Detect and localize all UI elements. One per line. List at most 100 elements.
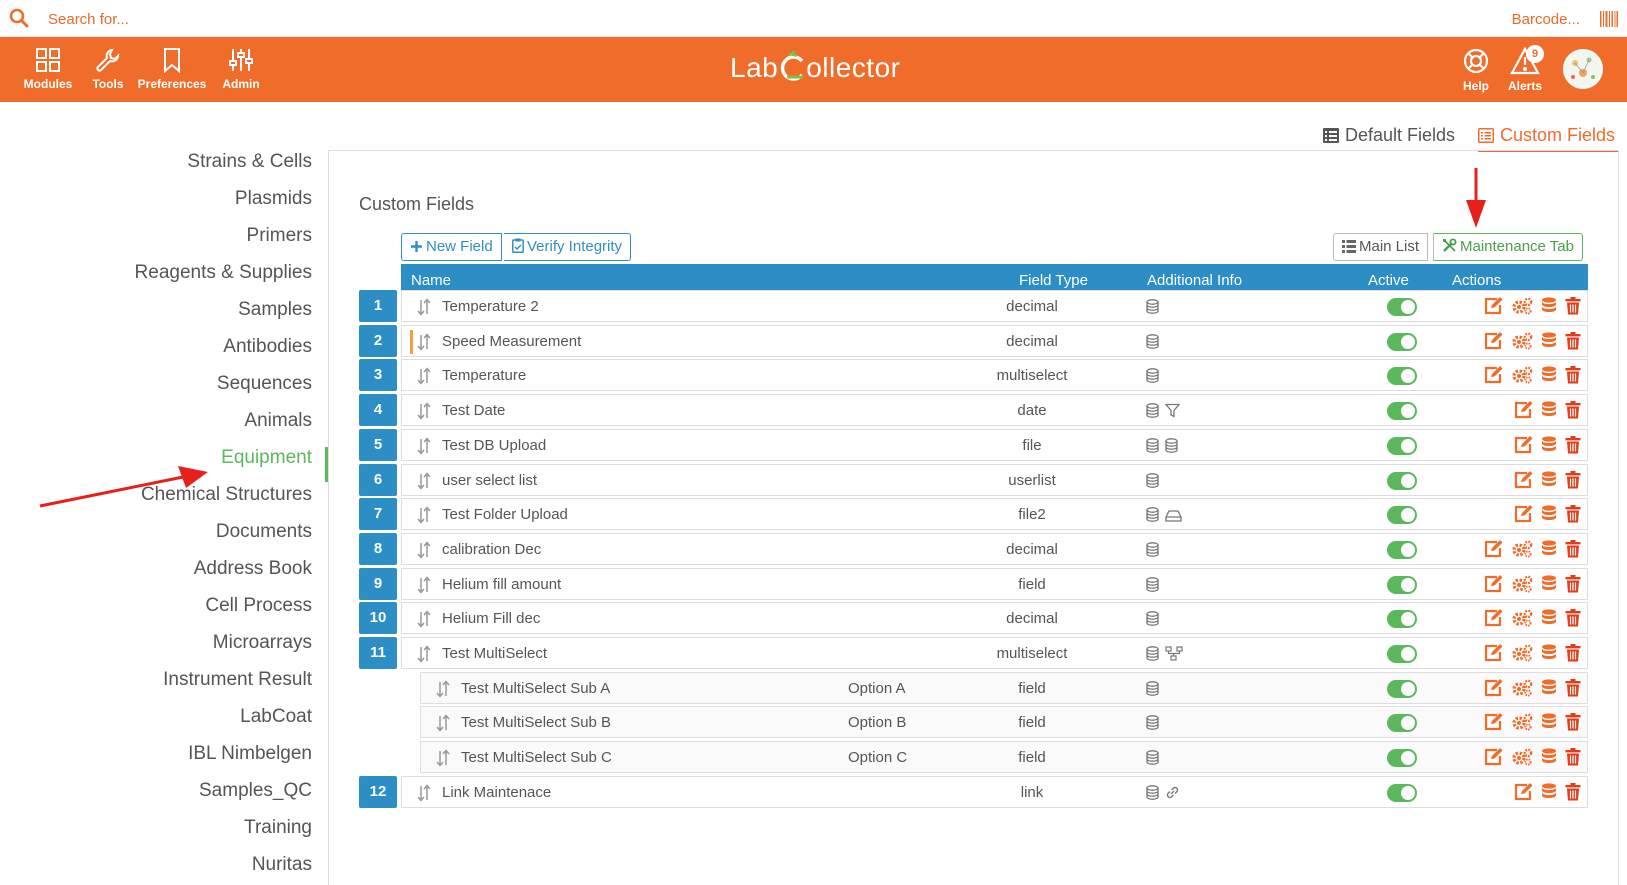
settings-button[interactable] (1507, 540, 1533, 562)
delete-button[interactable] (1561, 713, 1581, 735)
edit-button[interactable] (1510, 505, 1533, 527)
delete-button[interactable] (1561, 748, 1581, 770)
delete-button[interactable] (1561, 783, 1581, 805)
sort-handle-icon[interactable] (416, 645, 432, 663)
active-toggle[interactable] (1387, 298, 1417, 316)
active-toggle[interactable] (1387, 714, 1417, 732)
edit-button[interactable] (1510, 783, 1533, 805)
data-button[interactable] (1537, 436, 1557, 458)
new-field-button[interactable]: New Field (401, 233, 502, 261)
settings-button[interactable] (1507, 332, 1533, 354)
delete-button[interactable] (1561, 505, 1581, 527)
active-toggle[interactable] (1387, 402, 1417, 420)
data-button[interactable] (1537, 783, 1557, 805)
sidebar-item[interactable]: IBL Nimbelgen (188, 743, 312, 765)
sidebar-item[interactable]: Antibodies (223, 336, 312, 358)
edit-button[interactable] (1480, 575, 1503, 597)
data-button[interactable] (1537, 332, 1557, 354)
settings-button[interactable] (1507, 679, 1533, 701)
nav-preferences[interactable]: Preferences (137, 37, 207, 102)
sidebar-item[interactable]: Microarrays (213, 632, 312, 654)
active-toggle[interactable] (1387, 437, 1417, 455)
active-toggle[interactable] (1387, 472, 1417, 490)
sort-handle-icon[interactable] (416, 541, 432, 559)
active-toggle[interactable] (1387, 784, 1417, 802)
data-button[interactable] (1537, 366, 1557, 388)
avatar[interactable] (1563, 49, 1603, 89)
sidebar-item[interactable]: Equipment (221, 447, 312, 469)
settings-button[interactable] (1507, 644, 1533, 666)
sort-handle-icon[interactable] (416, 610, 432, 628)
delete-button[interactable] (1561, 575, 1581, 597)
edit-button[interactable] (1480, 332, 1503, 354)
settings-button[interactable] (1507, 366, 1533, 388)
active-toggle[interactable] (1387, 367, 1417, 385)
sidebar-item[interactable]: Primers (247, 225, 312, 247)
sort-handle-icon[interactable] (416, 333, 432, 351)
active-toggle[interactable] (1387, 333, 1417, 351)
active-toggle[interactable] (1387, 541, 1417, 559)
barcode-icon[interactable] (1600, 11, 1618, 27)
sidebar-item[interactable]: Address Book (194, 558, 312, 580)
sidebar-item[interactable]: Documents (216, 521, 312, 543)
delete-button[interactable] (1561, 644, 1581, 666)
settings-button[interactable] (1507, 609, 1533, 631)
data-button[interactable] (1537, 679, 1557, 701)
edit-button[interactable] (1480, 297, 1503, 319)
nav-modules[interactable]: Modules (20, 37, 76, 102)
labcollector-logo[interactable]: Lab ollector (730, 49, 900, 89)
sort-handle-icon[interactable] (435, 680, 451, 698)
delete-button[interactable] (1561, 436, 1581, 458)
sidebar-item[interactable]: Animals (244, 410, 312, 432)
data-button[interactable] (1537, 401, 1557, 423)
active-toggle[interactable] (1387, 576, 1417, 594)
sidebar-item[interactable]: Training (244, 817, 312, 839)
edit-button[interactable] (1510, 436, 1533, 458)
active-toggle[interactable] (1387, 680, 1417, 698)
sort-handle-icon[interactable] (416, 506, 432, 524)
sort-handle-icon[interactable] (416, 402, 432, 420)
edit-button[interactable] (1480, 540, 1503, 562)
sidebar-item[interactable]: Samples_QC (199, 780, 312, 802)
tab-custom-fields[interactable]: Custom Fields (1478, 122, 1620, 152)
nav-help[interactable]: Help (1459, 37, 1493, 102)
delete-button[interactable] (1561, 401, 1581, 423)
main-list-button[interactable]: Main List (1333, 233, 1429, 261)
active-toggle[interactable] (1387, 645, 1417, 663)
active-toggle[interactable] (1387, 506, 1417, 524)
sort-handle-icon[interactable] (416, 784, 432, 802)
edit-button[interactable] (1480, 713, 1503, 735)
data-button[interactable] (1537, 609, 1557, 631)
data-button[interactable] (1537, 644, 1557, 666)
sidebar-item[interactable]: Reagents & Supplies (135, 262, 312, 284)
delete-button[interactable] (1561, 366, 1581, 388)
nav-admin[interactable]: Admin (221, 37, 261, 102)
maintenance-tab-button[interactable]: Maintenance Tab (1433, 233, 1583, 261)
sidebar-item[interactable]: Chemical Structures (141, 484, 312, 506)
search-icon[interactable] (9, 8, 29, 28)
edit-button[interactable] (1480, 644, 1503, 666)
settings-button[interactable] (1507, 297, 1533, 319)
data-button[interactable] (1537, 540, 1557, 562)
sidebar-item[interactable]: Nuritas (252, 854, 312, 876)
sidebar-item[interactable]: LabCoat (240, 706, 312, 728)
nav-tools[interactable]: Tools (88, 37, 128, 102)
sidebar-item[interactable]: Plasmids (235, 188, 312, 210)
sidebar-item[interactable]: Instrument Result (163, 669, 312, 691)
data-button[interactable] (1537, 748, 1557, 770)
delete-button[interactable] (1561, 679, 1581, 701)
sort-handle-icon[interactable] (416, 472, 432, 490)
search-input[interactable] (48, 6, 648, 32)
edit-button[interactable] (1480, 609, 1503, 631)
delete-button[interactable] (1561, 609, 1581, 631)
sidebar-item[interactable]: Strains & Cells (187, 151, 312, 173)
data-button[interactable] (1537, 471, 1557, 493)
edit-button[interactable] (1480, 679, 1503, 701)
verify-integrity-button[interactable]: Verify Integrity (504, 233, 632, 261)
data-button[interactable] (1537, 713, 1557, 735)
data-button[interactable] (1537, 575, 1557, 597)
tab-default-fields[interactable]: Default Fields (1323, 122, 1455, 152)
data-button[interactable] (1537, 505, 1557, 527)
barcode-input[interactable] (1440, 6, 1580, 32)
sidebar-item[interactable]: Samples (238, 299, 312, 321)
